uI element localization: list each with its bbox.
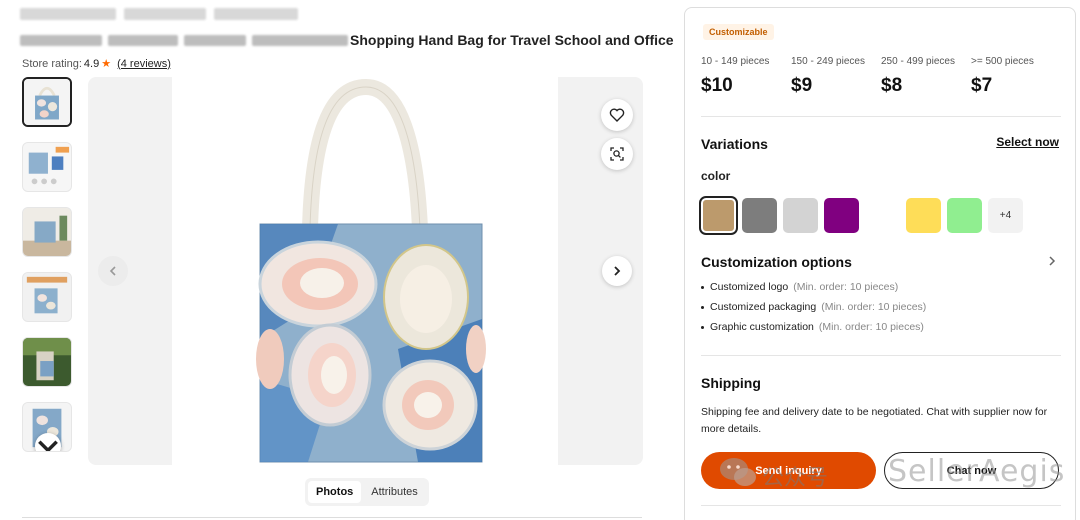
chevron-left-icon: [109, 266, 116, 276]
thumbnail-scroll-down[interactable]: [35, 433, 61, 451]
tier-price: $7: [971, 75, 993, 96]
image-next-button[interactable]: [602, 256, 632, 286]
product-title-row: Shopping Hand Bag for Travel School and …: [20, 30, 674, 50]
option-label: Graphic customization: [710, 321, 814, 333]
color-swatch-yellow[interactable]: [906, 198, 941, 233]
color-swatches: +4: [699, 196, 1023, 235]
rating-score: 4.9: [83, 57, 100, 70]
watermark-text-en: SellerAegis: [888, 454, 1066, 489]
reviews-link[interactable]: (4 reviews): [117, 58, 171, 70]
customization-options: Customized logo (Min. order: 10 pieces) C…: [701, 281, 926, 341]
chevron-right-icon: [614, 266, 621, 276]
title-line-blurred: [20, 8, 300, 22]
tier-quantity: 250 - 499 pieces: [881, 56, 955, 67]
purchase-panel: Customizable 10 - 149 pieces $10 150 - 2…: [684, 7, 1076, 520]
list-item: Customized logo (Min. order: 10 pieces): [701, 281, 926, 293]
more-colors-button[interactable]: +4: [988, 198, 1023, 233]
color-swatch-light-gray[interactable]: [783, 198, 818, 233]
tier-quantity: >= 500 pieces: [971, 56, 1034, 67]
thumbnail-4[interactable]: [22, 272, 72, 322]
price-tier: 150 - 249 pieces $9: [791, 56, 881, 97]
image-search-button[interactable]: [601, 138, 633, 170]
option-label: Customized logo: [710, 281, 789, 293]
chevron-down-icon: [38, 440, 58, 451]
color-swatch-white[interactable]: [865, 198, 900, 233]
media-tabs: Photos Attributes: [305, 478, 429, 506]
watermark-text-cn: 公众号: [762, 466, 829, 491]
tier-price: $9: [791, 75, 813, 96]
star-icon: ★: [101, 58, 112, 70]
thumbnail-6[interactable]: [22, 402, 72, 452]
product-title: Shopping Hand Bag for Travel School and …: [350, 32, 674, 48]
option-note: (Min. order: 10 pieces): [821, 301, 927, 313]
customizable-badge: Customizable: [703, 24, 774, 40]
option-label: Customized packaging: [710, 301, 817, 313]
color-swatch-gray[interactable]: [742, 198, 777, 233]
thumbnail-3[interactable]: [22, 207, 72, 257]
shipping-title: Shipping: [701, 375, 761, 391]
option-note: (Min. order: 10 pieces): [818, 321, 924, 333]
price-tier: 10 - 149 pieces $10: [701, 56, 791, 97]
tab-attributes[interactable]: Attributes: [363, 481, 425, 503]
tote-bag-image: [256, 79, 486, 463]
color-label: color: [701, 169, 731, 183]
thumbnail-2[interactable]: [22, 142, 72, 192]
color-swatch-tan[interactable]: [699, 196, 738, 235]
wechat-icon: [720, 458, 756, 486]
shipping-text: Shipping fee and delivery date to be neg…: [701, 406, 1048, 435]
variations-title: Variations: [701, 136, 768, 152]
price-tier: 250 - 499 pieces $8: [881, 56, 971, 97]
divider: [22, 517, 642, 518]
tier-price: $10: [701, 75, 733, 96]
store-rating: Store rating: 4.9 ★ (4 reviews): [22, 57, 171, 71]
title-blurred-prefix: [20, 34, 348, 46]
select-now-link[interactable]: Select now: [996, 135, 1059, 149]
main-product-image: [88, 77, 643, 465]
tier-price: $8: [881, 75, 903, 96]
chevron-right-icon[interactable]: [1047, 254, 1057, 270]
tier-quantity: 10 - 149 pieces: [701, 56, 770, 67]
tier-quantity: 150 - 249 pieces: [791, 56, 865, 67]
price-tiers: 10 - 149 pieces $10 150 - 249 pieces $9 …: [701, 56, 1061, 97]
image-search-icon: [610, 147, 624, 161]
color-swatch-green[interactable]: [947, 198, 982, 233]
option-note: (Min. order: 10 pieces): [793, 281, 899, 293]
favorite-button[interactable]: [601, 99, 633, 131]
divider: [701, 116, 1061, 117]
tab-photos[interactable]: Photos: [308, 481, 362, 503]
heart-icon: [609, 108, 625, 122]
thumbnail-5[interactable]: [22, 337, 72, 387]
list-item: Graphic customization (Min. order: 10 pie…: [701, 321, 926, 333]
price-tier: >= 500 pieces $7: [971, 56, 1061, 97]
list-item: Customized packaging (Min. order: 10 piec…: [701, 301, 926, 313]
divider: [701, 355, 1061, 356]
divider: [701, 505, 1061, 506]
color-swatch-purple[interactable]: [824, 198, 859, 233]
thumbnail-strip: [22, 77, 72, 467]
customization-title: Customization options: [701, 254, 852, 270]
rating-label: Store rating:: [22, 57, 82, 70]
thumbnail-1[interactable]: [22, 77, 72, 127]
image-prev-button[interactable]: [98, 256, 128, 286]
